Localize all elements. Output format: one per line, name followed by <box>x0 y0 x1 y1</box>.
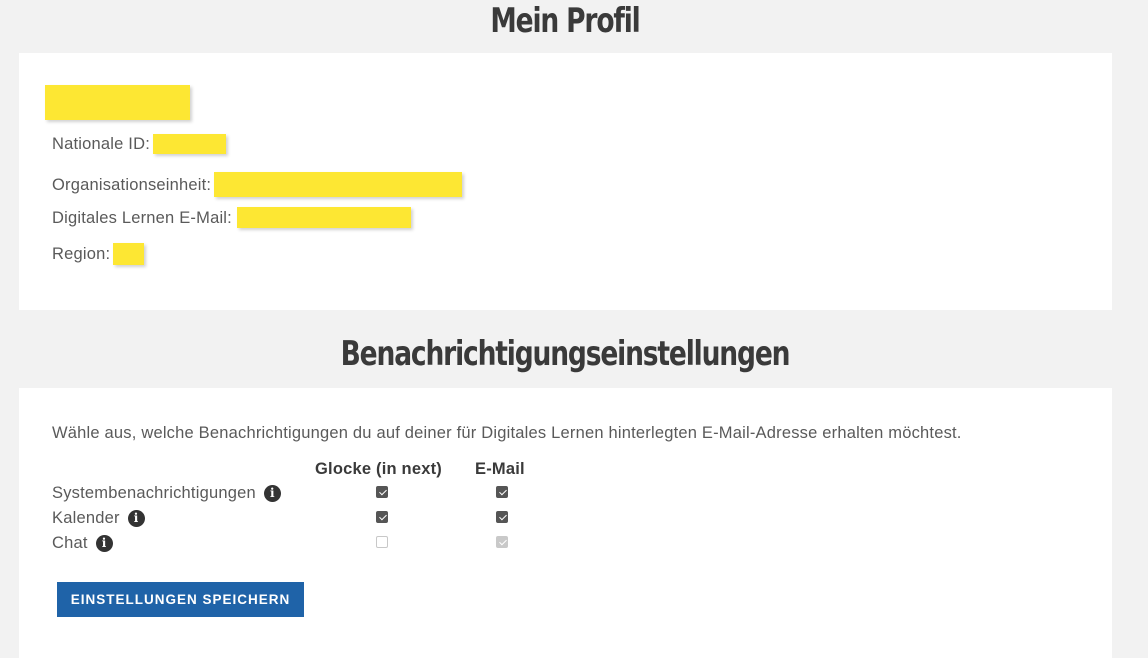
org-unit-label: Organisationseinheit: <box>52 175 212 194</box>
calendar-email-checkbox[interactable] <box>496 511 508 523</box>
org-unit-field: Organisationseinheit: <box>52 172 463 198</box>
info-icon[interactable]: i <box>263 485 281 502</box>
redacted-org-unit <box>214 172 463 197</box>
chat-email-checkbox[interactable] <box>496 536 508 548</box>
notifications-intro: Wähle aus, welche Benachrichtigungen du … <box>52 424 962 442</box>
column-bell: Glocke (in next) <box>315 460 442 478</box>
redacted-email <box>236 207 411 228</box>
system-email-checkbox[interactable] <box>496 486 508 498</box>
profile-heading: Mein Profil <box>490 1 640 41</box>
profile-card: Nationale ID: Organisationseinheit: Digi… <box>19 53 1112 310</box>
national-id-label: Nationale ID: <box>52 135 150 154</box>
row-system-notifications: Systembenachrichtigungen i <box>52 484 281 503</box>
row-label: Chat <box>52 534 88 552</box>
redacted-name <box>45 85 190 120</box>
info-icon[interactable]: i <box>127 510 145 527</box>
save-settings-button[interactable]: EINSTELLUNGEN SPEICHERN <box>57 582 304 617</box>
notifications-card: Wähle aus, welche Benachrichtigungen du … <box>19 388 1112 658</box>
redacted-region <box>113 243 145 265</box>
chat-bell-checkbox[interactable] <box>376 536 388 548</box>
email-label: Digitales Lernen E-Mail: <box>52 208 232 227</box>
region-field: Region: <box>52 243 145 266</box>
row-chat: Chat i <box>52 534 113 553</box>
row-label: Kalender <box>52 509 120 527</box>
redacted-national-id <box>152 134 226 154</box>
region-label: Region: <box>52 245 111 264</box>
info-icon[interactable]: i <box>95 535 113 552</box>
row-label: Systembenachrichtigungen <box>52 484 256 502</box>
email-field: Digitales Lernen E-Mail: <box>52 207 411 229</box>
column-email: E-Mail <box>475 460 525 478</box>
national-id-field: Nationale ID: <box>52 134 226 155</box>
system-bell-checkbox[interactable] <box>376 486 388 498</box>
notifications-heading: Benachrichtigungseinstellungen <box>340 334 791 374</box>
row-calendar: Kalender i <box>52 509 145 528</box>
calendar-bell-checkbox[interactable] <box>376 511 388 523</box>
